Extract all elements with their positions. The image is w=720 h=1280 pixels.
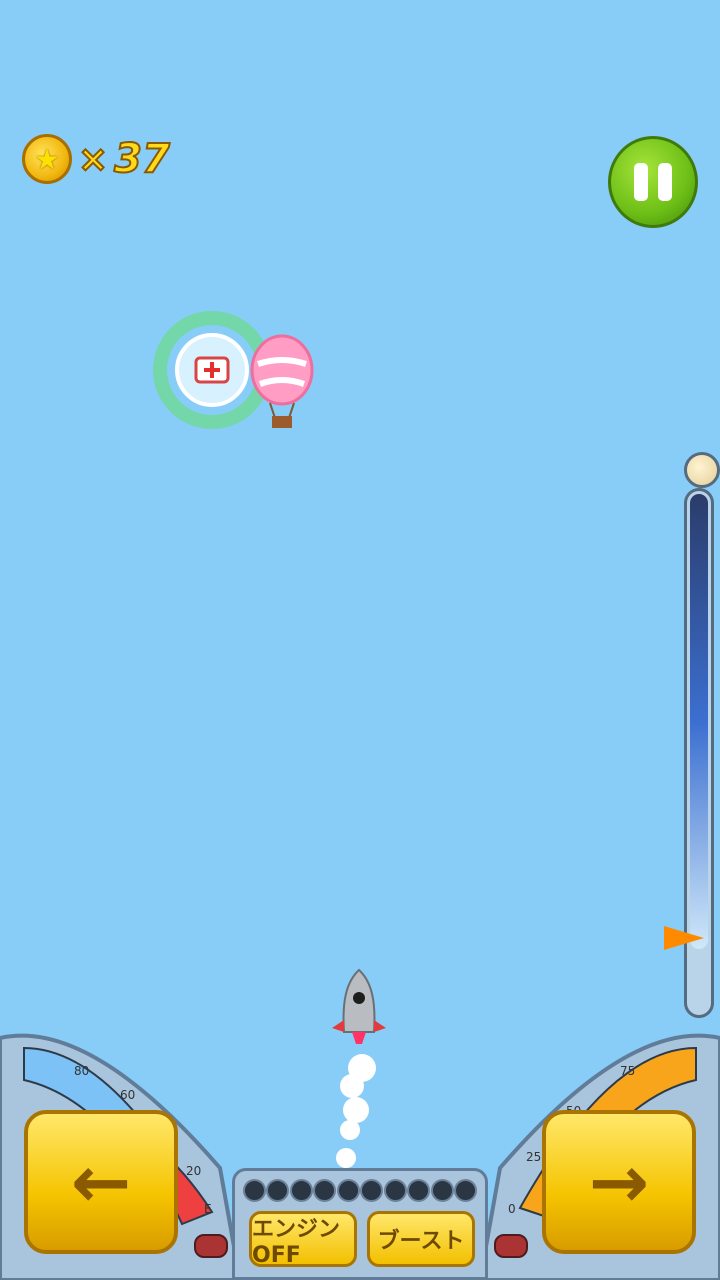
left-arrow-button[interactable]: ← [24, 1110, 178, 1254]
coin-counter: ★ × 37 [22, 134, 171, 184]
indicator-lights [243, 1179, 477, 1202]
right-indicator-light [494, 1234, 528, 1258]
left-indicator-light [194, 1234, 228, 1258]
shield-gauge-tick: 25 [526, 1150, 542, 1164]
altitude-marker [664, 926, 704, 950]
shield-gauge-tick: 0 [508, 1202, 516, 1216]
fuel-gauge-tick: 80 [74, 1064, 90, 1078]
boost-button[interactable]: ブースト [367, 1211, 475, 1267]
hot-air-balloon [250, 334, 314, 428]
arrow-left-icon: ← [70, 1140, 132, 1224]
pause-button[interactable] [608, 136, 698, 228]
right-arrow-button[interactable]: → [542, 1110, 696, 1254]
medkit-bubble[interactable] [153, 311, 271, 429]
pause-icon [634, 163, 648, 201]
engine-off-button[interactable]: エンジンOFF [249, 1211, 357, 1268]
fuel-gauge-tick: E [204, 1202, 212, 1216]
sky-objects [153, 311, 314, 429]
altitude-meter-fill [690, 494, 708, 950]
coin-star-icon: ★ [22, 134, 72, 184]
shield-gauge-tick: 75 [620, 1064, 636, 1078]
coin-multiplier: × [77, 138, 109, 181]
fuel-gauge-tick: 20 [186, 1164, 202, 1178]
arrow-right-icon: → [588, 1140, 650, 1224]
control-panel: エンジンOFF ブースト [232, 1168, 488, 1280]
coin-count: 37 [113, 135, 171, 183]
fuel-gauge-tick: 60 [120, 1088, 136, 1102]
moon-icon [684, 452, 720, 488]
